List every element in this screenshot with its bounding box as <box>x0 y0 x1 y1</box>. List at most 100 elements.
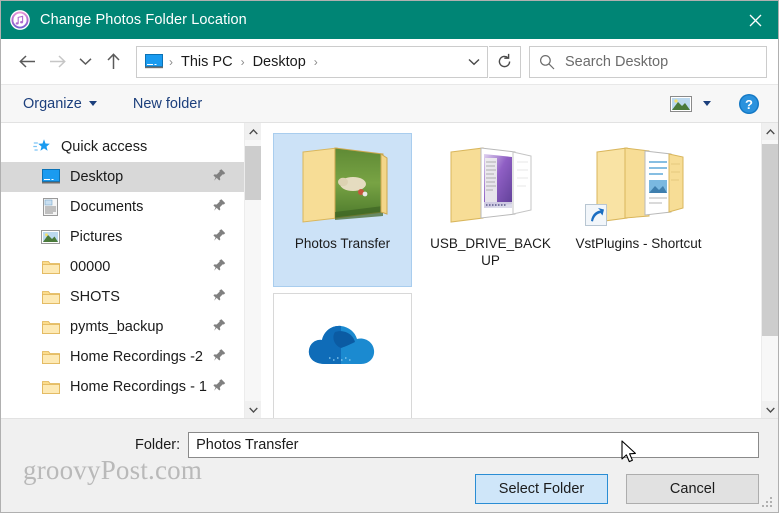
folder-label: Folder: <box>135 437 181 453</box>
sidebar-item-desktop[interactable]: Desktop <box>1 162 244 192</box>
forward-arrow-icon <box>49 55 66 68</box>
close-icon <box>749 14 761 26</box>
file-item-usb-drive-backup[interactable]: USB_DRIVE_BACKUP <box>421 133 560 287</box>
onedrive-cloud-icon <box>295 302 391 386</box>
file-item-vstplugins-shortcut[interactable]: VstPlugins - Shortcut <box>569 133 708 287</box>
new-folder-label: New folder <box>132 95 203 112</box>
title-bar: Change Photos Folder Location <box>1 1 778 39</box>
refresh-icon <box>498 53 511 68</box>
sidebar-label: 00000 <box>70 259 111 275</box>
folder-name-input[interactable]: Photos Transfer <box>188 432 759 458</box>
folder-row: Folder: Photos Transfer <box>1 419 778 458</box>
breadcrumb-separator: › <box>240 54 245 69</box>
pin-icon[interactable] <box>213 199 226 216</box>
documents-icon <box>41 198 60 217</box>
pictures-icon <box>41 228 60 247</box>
view-dropdown-button[interactable] <box>696 91 718 117</box>
chevron-down-icon <box>248 407 258 413</box>
sidebar-item-home-recordings-2[interactable]: Home Recordings -2 <box>1 342 244 372</box>
itunes-note-icon <box>10 10 30 30</box>
scroll-thumb[interactable] <box>245 146 261 200</box>
shortcut-arrow-icon <box>584 204 607 226</box>
pin-icon[interactable] <box>213 229 226 246</box>
cancel-label: Cancel <box>669 481 716 497</box>
watermark: groovyPost.com <box>23 455 203 485</box>
desktop-monitor-icon <box>41 168 60 187</box>
address-dropdown-button[interactable] <box>461 47 487 77</box>
folder-icon <box>41 258 60 277</box>
sidebar-label: Desktop <box>70 169 124 185</box>
view-thumbnail-icon <box>670 95 692 112</box>
file-item-photos-transfer[interactable]: Photos Transfer <box>273 133 412 287</box>
address-bar[interactable]: › This PC › Desktop › <box>136 45 488 78</box>
select-folder-label: Select Folder <box>498 481 585 497</box>
dialog-footer: Folder: Photos Transfer Select Folder Ca… <box>1 419 778 512</box>
folder-document-thumb <box>584 142 687 226</box>
chevron-down-icon <box>703 101 711 106</box>
file-item-onedrive[interactable] <box>273 293 412 418</box>
sidebar-item-home-recordings-1[interactable]: Home Recordings - 1 <box>1 372 244 402</box>
sidebar-label: SHOTS <box>70 289 120 305</box>
help-icon: ? <box>739 93 759 114</box>
chevron-up-icon <box>765 128 775 134</box>
sidebar-item-documents[interactable]: Documents <box>1 192 244 222</box>
pin-icon[interactable] <box>213 259 226 276</box>
scroll-up-button[interactable] <box>245 123 261 140</box>
close-button[interactable] <box>732 1 778 39</box>
sidebar-label: pymts_backup <box>70 319 164 335</box>
file-label: USB_DRIVE_BACKUP <box>430 236 551 268</box>
refresh-button[interactable] <box>489 45 521 78</box>
pin-icon[interactable] <box>213 349 226 366</box>
sidebar-item-00000[interactable]: 00000 <box>1 252 244 282</box>
search-icon <box>539 54 555 69</box>
search-input[interactable]: Search Desktop <box>565 54 668 70</box>
scroll-down-button[interactable] <box>762 401 778 418</box>
pin-icon[interactable] <box>213 289 226 306</box>
sidebar-label: Quick access <box>61 139 148 155</box>
cancel-button[interactable]: Cancel <box>626 474 759 504</box>
sidebar-item-pictures[interactable]: Pictures <box>1 222 244 252</box>
folder-icon <box>41 378 60 397</box>
pin-icon[interactable] <box>213 169 226 186</box>
scroll-down-button[interactable] <box>245 401 261 418</box>
sidebar-scrollbar[interactable] <box>244 123 261 418</box>
chevron-down-icon <box>78 58 92 66</box>
file-dialog: Change Photos Folder Location › This PC … <box>0 0 779 513</box>
sidebar-item-quick-access[interactable]: Quick access <box>1 132 244 162</box>
breadcrumb-item-this-pc[interactable]: This PC <box>179 54 235 70</box>
new-folder-button[interactable]: New folder <box>126 91 209 117</box>
file-pane-scrollbar[interactable] <box>761 123 778 418</box>
change-view-button[interactable] <box>666 91 696 117</box>
folder-photo-thumb <box>295 142 391 226</box>
pin-icon[interactable] <box>213 319 226 336</box>
back-button[interactable] <box>12 47 42 77</box>
back-arrow-icon <box>18 55 35 68</box>
command-bar: Organize New folder ? <box>1 85 778 123</box>
sidebar-label: Documents <box>70 199 144 215</box>
breadcrumb-separator-trailing[interactable]: › <box>308 55 324 69</box>
chevron-down-icon <box>88 101 97 106</box>
up-button[interactable] <box>98 47 128 77</box>
window-title: Change Photos Folder Location <box>40 12 247 28</box>
sidebar-label: Pictures <box>70 229 123 245</box>
file-list-pane[interactable]: Photos Transfer USB_DRIVE_BACKUP VstPlug… <box>261 123 761 418</box>
select-folder-button[interactable]: Select Folder <box>475 474 608 504</box>
resize-grip[interactable] <box>762 497 774 509</box>
organize-button[interactable]: Organize <box>16 91 104 117</box>
scroll-up-button[interactable] <box>762 123 778 140</box>
help-button[interactable]: ? <box>738 93 760 115</box>
scroll-thumb[interactable] <box>762 144 778 336</box>
quick-access-star-icon <box>32 138 51 157</box>
scroll-track[interactable] <box>245 140 261 401</box>
pin-icon[interactable] <box>213 379 226 396</box>
search-box[interactable]: Search Desktop <box>529 45 767 78</box>
sidebar-item-shots[interactable]: SHOTS <box>1 282 244 312</box>
sidebar-item-pymts-backup[interactable]: pymts_backup <box>1 312 244 342</box>
recent-locations-button[interactable] <box>72 47 98 77</box>
dialog-body: Quick access Desktop Documents Pictures … <box>1 123 778 419</box>
scroll-track[interactable] <box>762 140 778 401</box>
chevron-up-icon <box>248 128 258 134</box>
breadcrumb-item-desktop[interactable]: Desktop <box>251 54 308 70</box>
chevron-down-icon <box>765 407 775 413</box>
command-bar-right: ? <box>666 91 778 117</box>
